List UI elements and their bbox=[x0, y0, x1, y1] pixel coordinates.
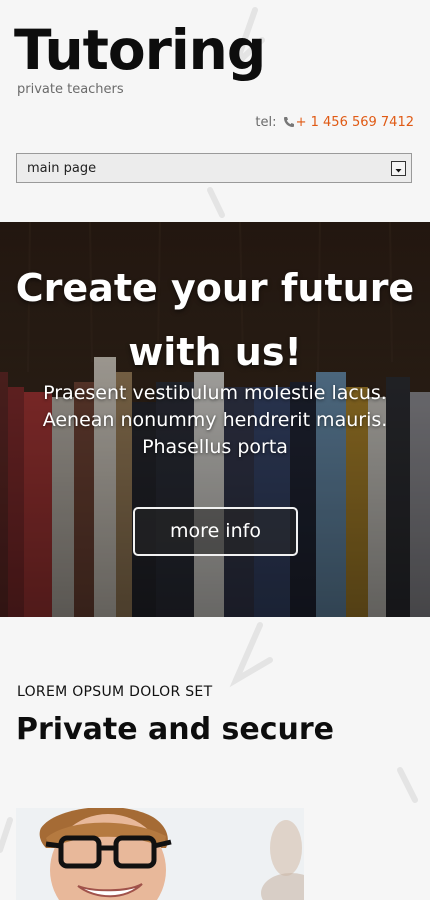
hero-banner: Create your future with us! Praesent ves… bbox=[0, 222, 430, 617]
section-title: Private and secure bbox=[16, 712, 335, 747]
site-header: Tutoring private teachers tel: + 1 456 5… bbox=[0, 0, 430, 222]
hero-description-line-3: Phasellus porta bbox=[142, 436, 288, 458]
hero-title-line-2: with us! bbox=[128, 330, 302, 374]
hero-description-line-1: Praesent vestibulum molestie lacus. bbox=[43, 382, 387, 404]
section-label: LOREM OPSUM DOLOR SET bbox=[17, 684, 213, 700]
phone-contact: tel: + 1 456 569 7412 bbox=[255, 115, 414, 132]
hero-description-line-2: Aenean nonummy hendrerit mauris. bbox=[42, 409, 388, 431]
phone-label: tel: bbox=[255, 115, 277, 130]
teacher-photo bbox=[16, 808, 304, 900]
site-tagline: private teachers bbox=[17, 82, 124, 97]
hero-description: Praesent vestibulum molestie lacus. Aene… bbox=[20, 380, 410, 461]
navigation-select[interactable]: main page bbox=[16, 153, 412, 183]
phone-number[interactable]: + 1 456 569 7412 bbox=[296, 115, 414, 130]
hero-title: Create your future with us! bbox=[0, 256, 430, 384]
site-logo[interactable]: Tutoring bbox=[14, 18, 266, 82]
navigation-select-value: main page bbox=[27, 161, 97, 176]
chevron-down-icon[interactable] bbox=[391, 161, 406, 176]
hero-title-line-1: Create your future bbox=[15, 266, 415, 310]
phone-icon bbox=[283, 116, 295, 132]
more-info-button[interactable]: more info bbox=[133, 507, 298, 556]
